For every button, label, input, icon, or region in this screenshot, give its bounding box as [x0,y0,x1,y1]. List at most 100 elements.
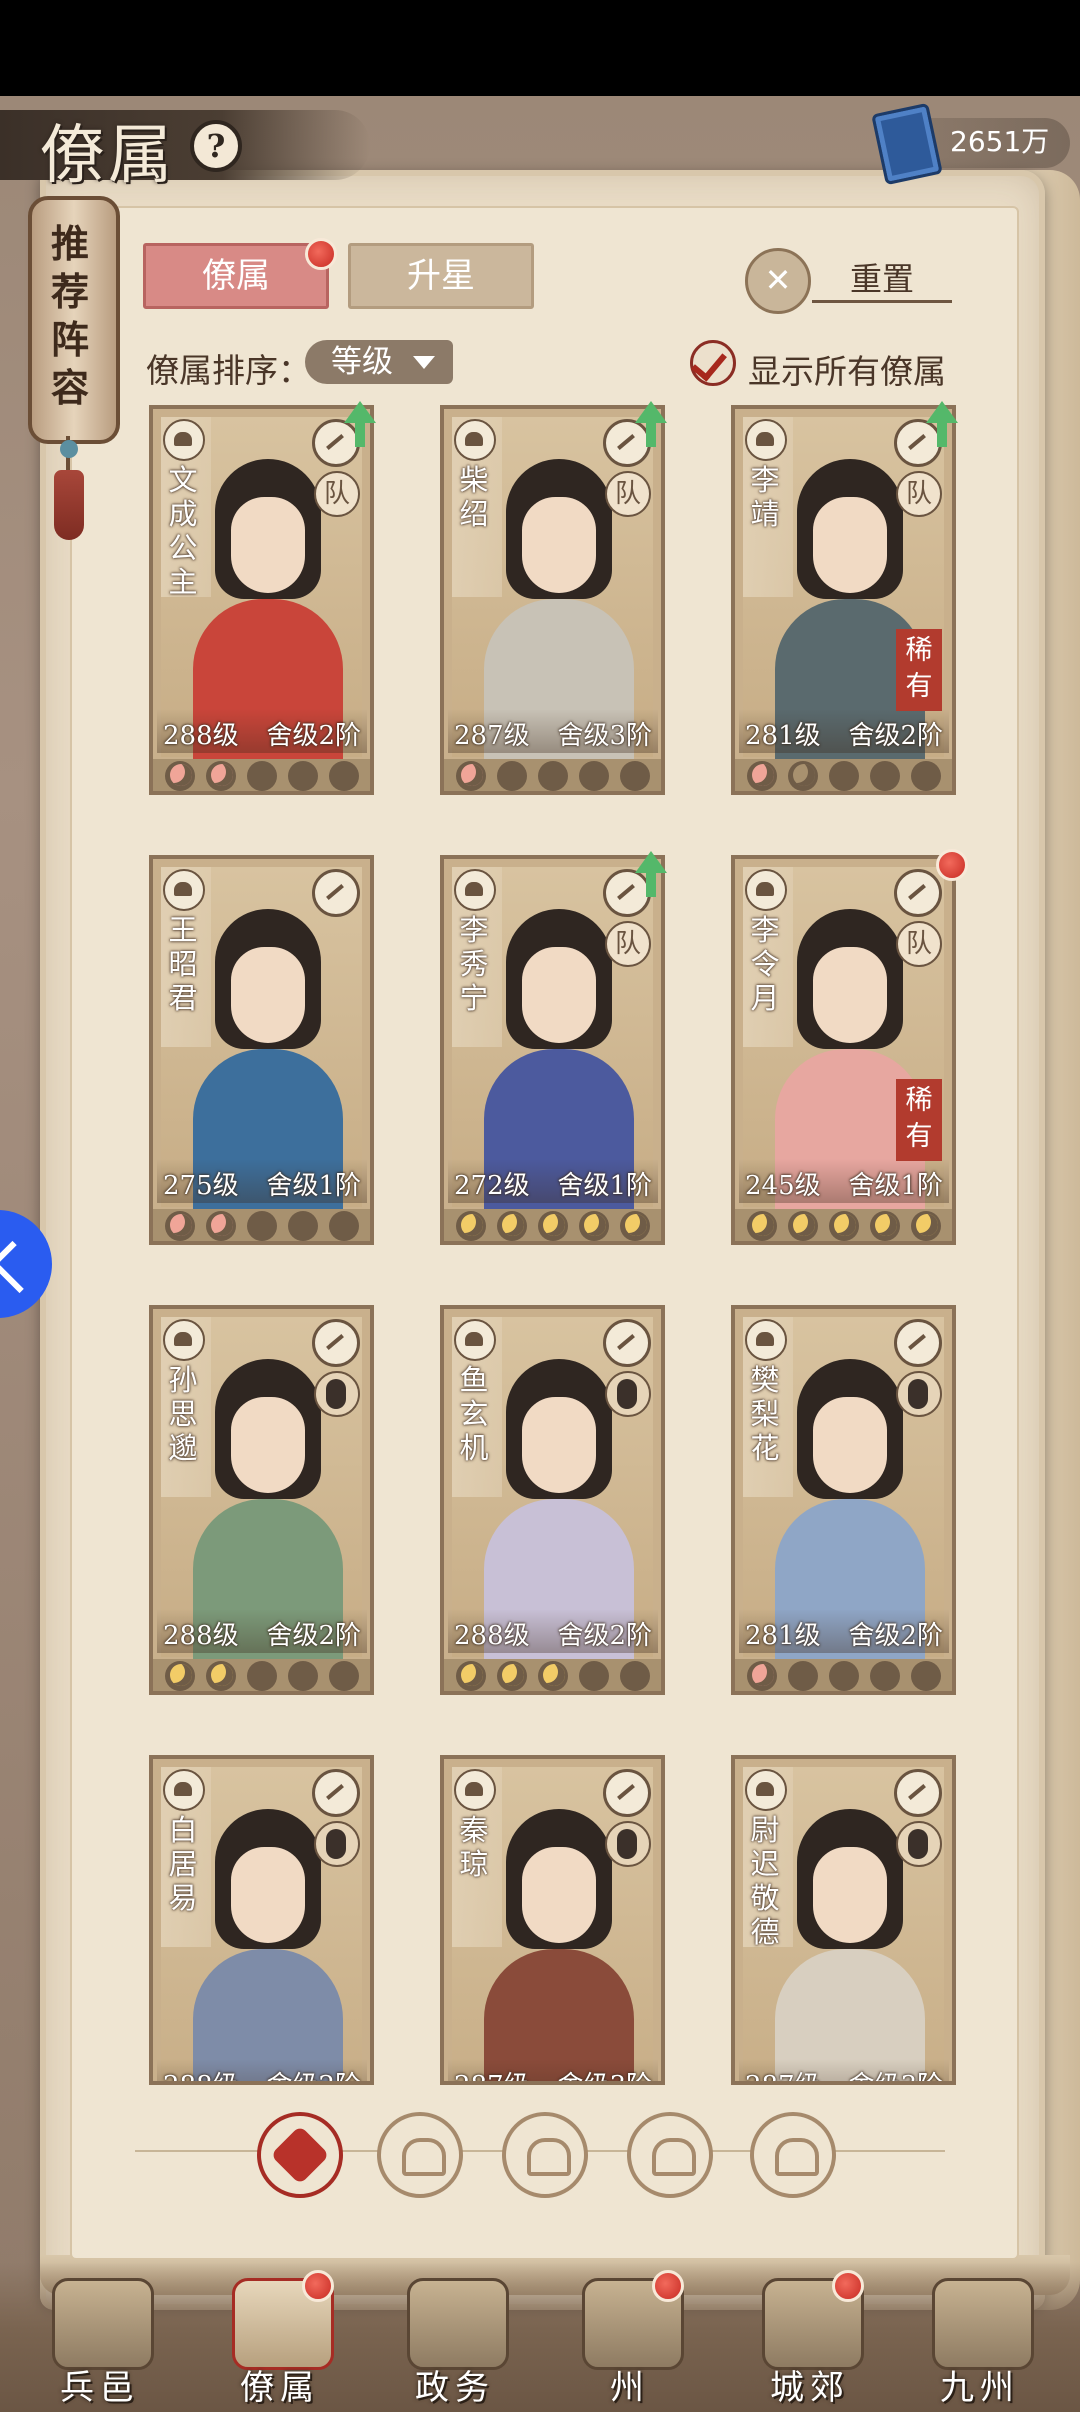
upgrade-arrow-icon [344,401,376,447]
class-icon [894,1319,942,1367]
moon-icon [829,1211,859,1241]
moon-icon [870,1661,900,1691]
page-title: 僚属 [40,119,176,193]
subordinate-card[interactable]: 文成公主 队 288级 舍级2阶 [149,405,374,795]
moon-icon [829,1661,859,1691]
moon-icon [620,1211,650,1241]
subordinate-card[interactable]: 李令月队稀有 245级 舍级1阶 [731,855,956,1245]
subordinate-card[interactable]: 白居易 288级 舍级2阶 [149,1755,374,2085]
moon-icon [329,1661,359,1691]
faction-icon [745,869,787,911]
moon-icon [870,761,900,791]
character-level: 288级 [454,1621,530,1651]
house-level: 舍级3阶 [848,2065,943,2081]
nav-icon [407,2278,509,2370]
moon-icon [247,1661,277,1691]
character-level: 287级 [454,721,530,751]
moon-rating [444,1659,661,1691]
house-level: 舍级2阶 [266,1621,361,1651]
moon-icon [247,1211,277,1241]
house-level: 舍级2阶 [266,2065,361,2081]
moon-icon [788,1661,818,1691]
moon-icon [538,761,568,791]
moon-icon [165,1211,195,1241]
reset-icon[interactable]: ✕ [745,248,811,314]
rare-tag: 稀有 [896,629,942,711]
filter-horse-button[interactable] [750,2112,836,2198]
subordinate-card[interactable]: 柴绍 队 287级 舍级3阶 [440,405,665,795]
sort-dropdown-value: 等级 [331,344,393,380]
team-badge: 队 [896,921,942,967]
character-name: 樊梨花 [750,1363,780,1465]
level-bar: 281级 舍级2阶 [739,1609,949,1653]
moon-rating [735,1659,952,1691]
partner-avatar-icon [896,1371,942,1417]
faction-icon [454,419,496,461]
moon-icon [288,1211,318,1241]
team-badge: 队 [314,471,360,517]
moon-icon [497,1211,527,1241]
nav-nine-provinces[interactable]: 九州 [910,2270,1050,2410]
tab-subordinates[interactable]: 僚属 [143,243,329,309]
team-badge: 队 [896,471,942,517]
nav-label: 僚属 [240,2368,320,2408]
moon-rating [444,759,661,791]
moon-icon [288,761,318,791]
moon-icon [206,1211,236,1241]
nav-military-town[interactable]: 兵邑 [30,2270,170,2410]
nav-icon [52,2278,154,2370]
subordinate-card[interactable]: 樊梨花 281级 舍级2阶 [731,1305,956,1695]
nav-prefecture[interactable]: 州 [560,2270,700,2410]
subordinate-card[interactable]: 尉迟敬德 287级 舍级3阶 [731,1755,956,2085]
house-level: 舍级1阶 [266,1171,361,1201]
character-level: 281级 [745,1621,821,1651]
filter-helmet-button[interactable] [377,2112,463,2198]
moon-icon [288,1661,318,1691]
character-name: 文成公主 [168,463,198,599]
reset-button[interactable]: 重置 [812,254,952,303]
partner-avatar-icon [314,1371,360,1417]
moon-icon [579,1211,609,1241]
moon-icon [497,761,527,791]
house-level: 舍级2阶 [266,721,361,751]
level-bar: 287级 舍级3阶 [739,2059,949,2081]
house-level: 舍级1阶 [848,1171,943,1201]
moon-icon [579,761,609,791]
class-icon [603,1769,651,1817]
chevron-down-icon [413,356,435,369]
faction-icon [745,419,787,461]
upgrade-arrow-icon [635,401,667,447]
subordinate-card[interactable]: 孙思邈 288级 舍级2阶 [149,1305,374,1695]
filter-all-button[interactable] [257,2112,343,2198]
class-icon [603,869,651,917]
character-level: 281级 [745,721,821,751]
show-all-checkbox[interactable] [690,340,736,386]
class-icon [603,419,651,467]
nav-notification-dot [832,2270,864,2302]
card-notification-dot [936,849,968,881]
sort-dropdown[interactable]: 等级 [305,340,453,384]
tassel-bead [60,440,78,458]
character-name: 鱼玄机 [459,1363,489,1465]
subordinate-card[interactable]: 李靖队稀有 281级 舍级2阶 [731,405,956,795]
nav-label: 州 [610,2368,650,2408]
team-badge: 队 [605,471,651,517]
character-level: 287级 [745,2065,821,2081]
subordinate-card[interactable]: 李秀宁 队 272级 舍级1阶 [440,855,665,1245]
moon-icon [538,1211,568,1241]
tab-star-up[interactable]: 升星 [348,243,534,309]
filter-fan-button[interactable] [627,2112,713,2198]
filter-scholar-button[interactable] [502,2112,588,2198]
help-icon[interactable]: ? [190,120,242,172]
nav-icon [932,2278,1034,2370]
subordinate-card[interactable]: 王昭君 275级 舍级1阶 [149,855,374,1245]
nav-subordinates[interactable]: 僚属 [210,2270,350,2410]
faction-icon [163,1319,205,1361]
partner-avatar-icon [314,1821,360,1867]
subordinate-card[interactable]: 鱼玄机 288级 舍级2阶 [440,1305,665,1695]
moon-rating [153,1659,370,1691]
nav-affairs[interactable]: 政务 [385,2270,525,2410]
nav-suburbs[interactable]: 城郊 [740,2270,880,2410]
subordinate-card[interactable]: 秦琼 287级 舍级3阶 [440,1755,665,2085]
character-level: 275级 [163,1171,239,1201]
